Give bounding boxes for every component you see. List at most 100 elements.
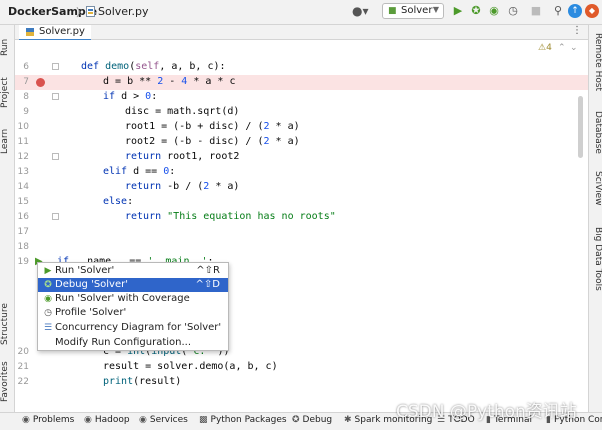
code-line: 14 return -b / (2 * a) [15,180,588,195]
code-line: 16 return "This equation has no roots" [15,210,588,225]
tool-tab-big-data-tools[interactable]: Big Data Tools [589,227,602,297]
packages-icon: ▩ [199,415,208,425]
code-line: 11 root2 = (-b - disc) / (2 * a) [15,135,588,150]
run-icon: ▶ [44,266,52,276]
bottom-tab-hadoop[interactable]: ◉ Hadoop [84,415,130,425]
code-text: disc = math.sqrt(d) [125,106,240,117]
code-text: return "This equation has no roots" [125,211,336,222]
code-text: return root1, root2 [125,151,240,162]
breadcrumb-file[interactable]: Solver.py [98,5,149,18]
line-number: 11 [17,137,29,147]
line-number: 6 [23,62,29,72]
bottom-tab-debug[interactable]: ✪ Debug [292,415,332,425]
line-number: 15 [17,197,29,207]
line-number: 14 [17,182,29,192]
menu-item-coverage[interactable]: ◉ Run 'Solver' with Coverage [38,292,228,306]
update-icon[interactable]: ↑ [568,4,582,18]
run-configuration-select[interactable]: ■ Solver ▼ [382,3,444,19]
stop-icon[interactable]: ■ [529,4,543,18]
code-text: root1 = (-b + disc) / (2 * a) [125,121,300,132]
menu-item-debug[interactable]: ✪ Debug 'Solver' ^⇧D [38,278,228,292]
bottom-tab-label: Python Packages [210,415,287,425]
coverage-icon[interactable]: ◉ [487,4,501,18]
code-line: 13 elif d == 0: [15,165,588,180]
fold-icon[interactable] [52,93,59,100]
code-text: print(result) [103,376,182,387]
python-config-icon: ■ [388,6,397,16]
line-number: 20 [17,347,29,357]
code-line: 22 print(result) [15,375,588,390]
code-line: 6 def demo(self, a, b, c): [15,60,588,75]
menu-item-label: Run 'Solver' with Coverage [55,293,190,304]
bottom-tab-label: Hadoop [94,415,130,425]
line-number: 8 [23,92,29,102]
run-configuration-label: Solver [401,5,433,16]
profile-icon[interactable]: ◷ [506,4,520,18]
menu-item-label: Profile 'Solver' [55,307,127,318]
chevron-down-icon: ▼ [432,5,439,14]
warnings-indicator[interactable]: ⚠4 [538,43,552,53]
code-line: 15 else: [15,195,588,210]
code-text: d = b ** 2 - 4 * a * c [103,76,236,87]
tool-tab-project[interactable]: Project [0,67,14,119]
tool-tab-structure[interactable]: Structure [0,297,14,351]
code-text: if d > 0: [103,91,158,102]
tool-tab-sciview[interactable]: SciView [589,171,602,215]
tab-label: Solver.py [39,26,85,37]
fold-icon[interactable] [52,63,59,70]
tool-tab-remote-host[interactable]: Remote Host [589,33,602,99]
bottom-tab-problems[interactable]: ◉ Problems [22,415,74,425]
run-context-menu: ▶ Run 'Solver' ^⇧R ✪ Debug 'Solver' ^⇧D … [37,262,229,351]
line-number: 19 [17,257,29,267]
search-icon[interactable]: ⚲ [551,4,565,18]
menu-item-run[interactable]: ▶ Run 'Solver' ^⇧R [38,264,228,278]
more-icon[interactable]: ⋮ [572,25,582,36]
title-bar: DockerSample 〉 Solver.py ●▾ ■ Solver ▼ ▶… [0,0,602,25]
menu-item-label: Run 'Solver' [55,265,115,276]
run-icon[interactable]: ▶ [451,4,465,18]
tool-tab-database[interactable]: Database [589,111,602,163]
tool-tab-run[interactable]: Run [0,29,14,65]
code-text: root2 = (-b - disc) / (2 * a) [125,136,300,147]
code-line: 10 root1 = (-b + disc) / (2 * a) [15,120,588,135]
ide-logo-icon[interactable]: ◆ [585,4,599,18]
line-number: 22 [17,377,29,387]
debug-icon: ✪ [44,280,52,290]
right-tool-stripe: Remote Host Database SciView Big Data To… [588,25,602,412]
breakpoint-icon[interactable] [36,78,45,87]
tool-tab-favorites[interactable]: Favorites [0,355,14,409]
chevron-down-icon[interactable]: ⌄ [570,43,578,53]
services-icon: ◉ [139,415,147,425]
line-number: 17 [17,227,29,237]
fold-icon[interactable] [52,153,59,160]
menu-item-modify-config[interactable]: Modify Run Configuration... [38,336,228,350]
code-text: def demo(self, a, b, c): [81,61,226,72]
fold-icon[interactable] [52,213,59,220]
debug-icon: ✪ [292,415,300,425]
menu-item-shortcut: ^⇧R [196,265,220,276]
watermark: CSDN @Python资讯站 [396,402,577,422]
problems-icon: ◉ [22,415,30,425]
code-editor[interactable]: ⚠4 ⌃ ⌄ 6 def demo(self, a, b, c): 7 d = … [15,40,588,412]
bottom-tab-python-packages[interactable]: ▩ Python Packages [199,415,287,425]
line-number: 16 [17,212,29,222]
debug-icon[interactable]: ✪ [469,4,483,18]
chevron-up-icon[interactable]: ⌃ [558,43,566,53]
tool-tab-learn[interactable]: Learn [0,121,14,161]
tab-solver-py[interactable]: Solver.py [19,25,91,41]
code-line: 8 if d > 0: [15,90,588,105]
code-line: 18 [15,240,588,255]
person-icon[interactable]: ●▾ [352,4,369,18]
menu-item-profile[interactable]: ◷ Profile 'Solver' [38,306,228,320]
line-number: 9 [23,107,29,117]
line-number: 21 [17,362,29,372]
menu-item-concurrency[interactable]: ☰ Concurrency Diagram for 'Solver' [38,321,228,335]
bottom-tab-services[interactable]: ◉ Services [139,415,188,425]
code-line: 17 [15,225,588,240]
code-line: 21 result = solver.demo(a, b, c) [15,360,588,375]
menu-item-label: Debug 'Solver' [55,279,128,290]
menu-item-label: Concurrency Diagram for 'Solver' [55,322,222,333]
editor-tab-bar: Solver.py ⋮ [15,25,588,41]
python-file-icon [86,6,95,17]
line-number: 13 [17,167,29,177]
